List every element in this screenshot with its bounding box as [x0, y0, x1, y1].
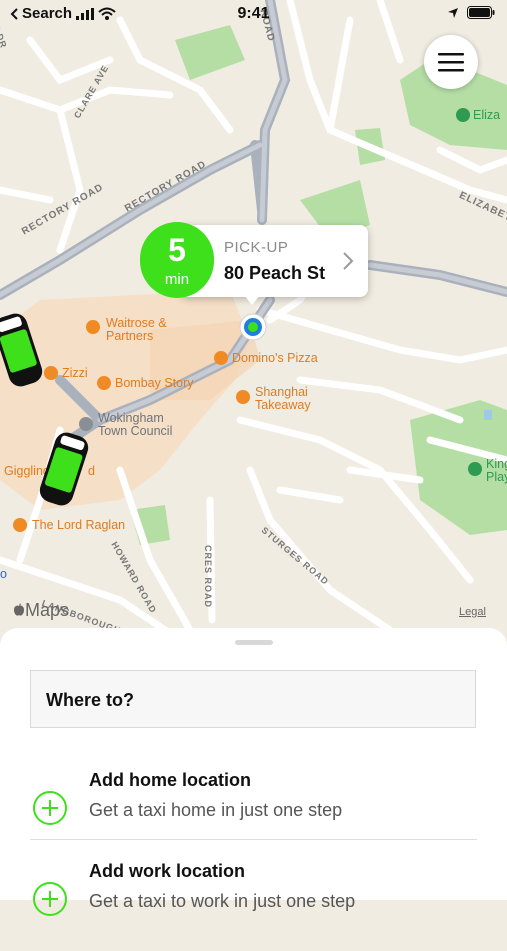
add-work-title: Add work location: [89, 861, 246, 881]
map-label-zizzi: Zizzi: [62, 366, 88, 380]
divider: [30, 839, 477, 840]
map-label-king-2: Play: [486, 470, 507, 484]
restaurant-icon: [86, 320, 100, 334]
hamburger-menu-icon: [438, 53, 464, 72]
restaurant-icon: [214, 351, 228, 365]
chevron-right-icon: [343, 252, 354, 270]
taxi-car-icon: [39, 432, 89, 506]
apple-logo-icon: [14, 603, 24, 616]
map-label-lord-raglan: The Lord Raglan: [32, 518, 126, 532]
bottom-sheet: Where to? Add home location Get a taxi h…: [0, 628, 507, 916]
restaurant-icon: [97, 376, 111, 390]
pickup-label: PICK-UP: [224, 239, 289, 256]
restaurant-icon: [44, 366, 58, 380]
add-circle-icon: [33, 882, 67, 916]
eta-value: 5: [168, 232, 186, 268]
taxi-car-icon: [0, 313, 43, 387]
clock: 9:41: [237, 5, 270, 22]
legal-link[interactable]: Legal: [459, 606, 486, 618]
destination-search-field[interactable]: Where to?: [30, 670, 476, 728]
apple-maps-logo: Maps: [13, 600, 69, 621]
map-label-dominos: Domino's Pizza: [232, 351, 318, 365]
road-label: CRES ROAD: [203, 545, 213, 609]
add-work-location-row[interactable]: Add work location Get a taxi to work in …: [30, 861, 477, 951]
location-arrow-icon: [448, 7, 458, 18]
map-label-elizabeth: Eliza: [473, 108, 501, 122]
sheet-handle[interactable]: [235, 640, 273, 645]
add-circle-icon: [33, 791, 67, 825]
pickup-callout[interactable]: 5 min PICK-UP 80 Peach St: [140, 222, 368, 298]
add-home-subtitle: Get a taxi home in just one step: [89, 800, 343, 820]
pickup-address: 80 Peach St: [224, 263, 326, 283]
eta-unit: min: [164, 271, 190, 288]
map-label-council-2: Town Council: [98, 424, 173, 438]
map-label-shanghai-2: Takeaway: [255, 398, 311, 412]
map-label-partial: o: [0, 567, 7, 581]
callout-pointer: [244, 295, 260, 305]
restaurant-icon: [236, 390, 250, 404]
battery-icon: [467, 6, 495, 19]
maps-logo-text: Maps: [25, 600, 70, 620]
map-label-waitrose-2: Partners: [106, 329, 154, 343]
eta-badge: 5 min: [140, 222, 214, 298]
map-label-bombay: Bombay Story: [115, 376, 194, 390]
map-base-layer: [0, 0, 507, 640]
status-bar: Search 9:41: [0, 0, 507, 28]
restaurant-icon: [13, 518, 27, 532]
add-home-location-row[interactable]: Add home location Get a taxi home in jus…: [30, 770, 477, 860]
menu-button[interactable]: [424, 35, 478, 89]
map-view[interactable]: RECTORY ROAD RECTORY ROAD CLARE AVE ROAD…: [0, 0, 507, 640]
add-work-subtitle: Get a taxi to work in just one step: [89, 891, 356, 911]
add-home-title: Add home location: [89, 770, 251, 790]
